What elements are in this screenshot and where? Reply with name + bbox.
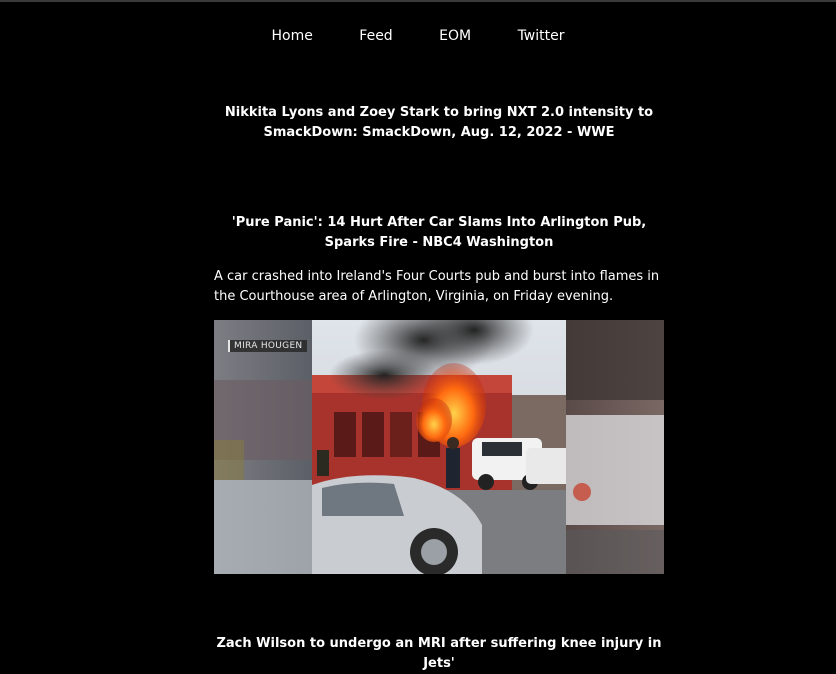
top-nav: Home Feed EOM Twitter (0, 26, 836, 46)
nav-feed-link[interactable]: Feed (359, 26, 392, 46)
nav-eom-link[interactable]: EOM (439, 26, 471, 46)
article-title-jets[interactable]: Zach Wilson to undergo an MRI after suff… (214, 634, 664, 674)
nav-home-link[interactable]: Home (272, 26, 313, 46)
nav-twitter-link[interactable]: Twitter (518, 26, 565, 46)
fire-scene-illustration (214, 320, 664, 574)
article-title-wwe[interactable]: Nikkita Lyons and Zoey Stark to bring NX… (214, 103, 664, 143)
article-title-arlington[interactable]: 'Pure Panic': 14 Hurt After Car Slams In… (214, 213, 664, 253)
article-description-arlington: A car crashed into Ireland's Four Courts… (214, 269, 660, 304)
image-watermark: MIRA HOUGEN (228, 340, 308, 352)
window-top-border (0, 0, 836, 2)
article-image-arlington-fire[interactable]: MIRA HOUGEN (214, 320, 664, 574)
